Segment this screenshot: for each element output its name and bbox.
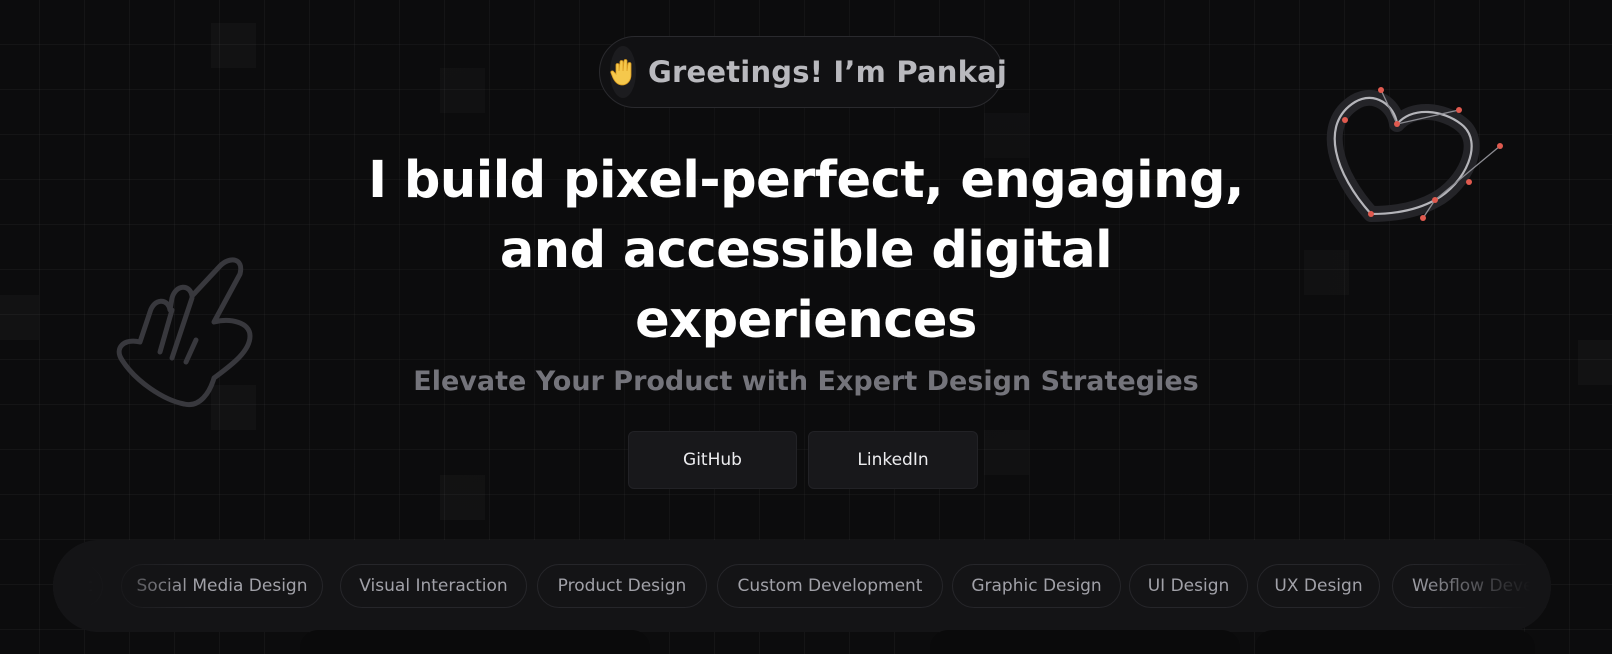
waving-hand-icon [610,46,636,98]
grid-tile [211,23,256,68]
hand-drawing-icon [110,252,260,421]
service-chip: Visual Interaction [340,564,527,608]
github-button[interactable]: GitHub [628,431,797,489]
grid-tile [1304,250,1349,295]
service-chip: Social Media Design [121,564,323,608]
headline-line: and accessible digital [499,221,1113,280]
services-marquee: nt Social Media Design Visual Interactio… [53,540,1551,632]
service-chip: Graphic Design [952,564,1121,608]
heart-bezier-icon [1325,84,1505,238]
service-chip: Webflow Deve [1392,564,1551,608]
page-subtitle: Elevate Your Product with Expert Design … [413,366,1199,397]
grid-tile [440,475,485,520]
headline-line: experiences [635,291,977,350]
next-section-card [1255,630,1535,654]
greeting-text: Greetings! I’m Pankaj [648,55,1008,89]
grid-tile [440,68,485,113]
next-section-card [300,630,650,654]
grid-tile [0,295,39,340]
service-chip: nt [53,564,103,608]
page-title: I build pixel-perfect, engaging, and acc… [306,146,1306,356]
hero-section: Greetings! I’m Pankaj I build pixel-perf… [0,0,1612,654]
service-chip: UX Design [1257,564,1380,608]
greeting-badge: Greetings! I’m Pankaj [599,36,1007,108]
service-chip: UI Design [1129,564,1248,608]
headline-line: I build pixel-perfect, engaging, [368,151,1244,210]
next-section-card [930,630,1240,654]
linkedin-button[interactable]: LinkedIn [808,431,978,489]
grid-tile [1578,340,1612,385]
grid-tile [984,430,1029,475]
service-chip: Product Design [537,564,707,608]
service-chip: Custom Development [717,564,943,608]
